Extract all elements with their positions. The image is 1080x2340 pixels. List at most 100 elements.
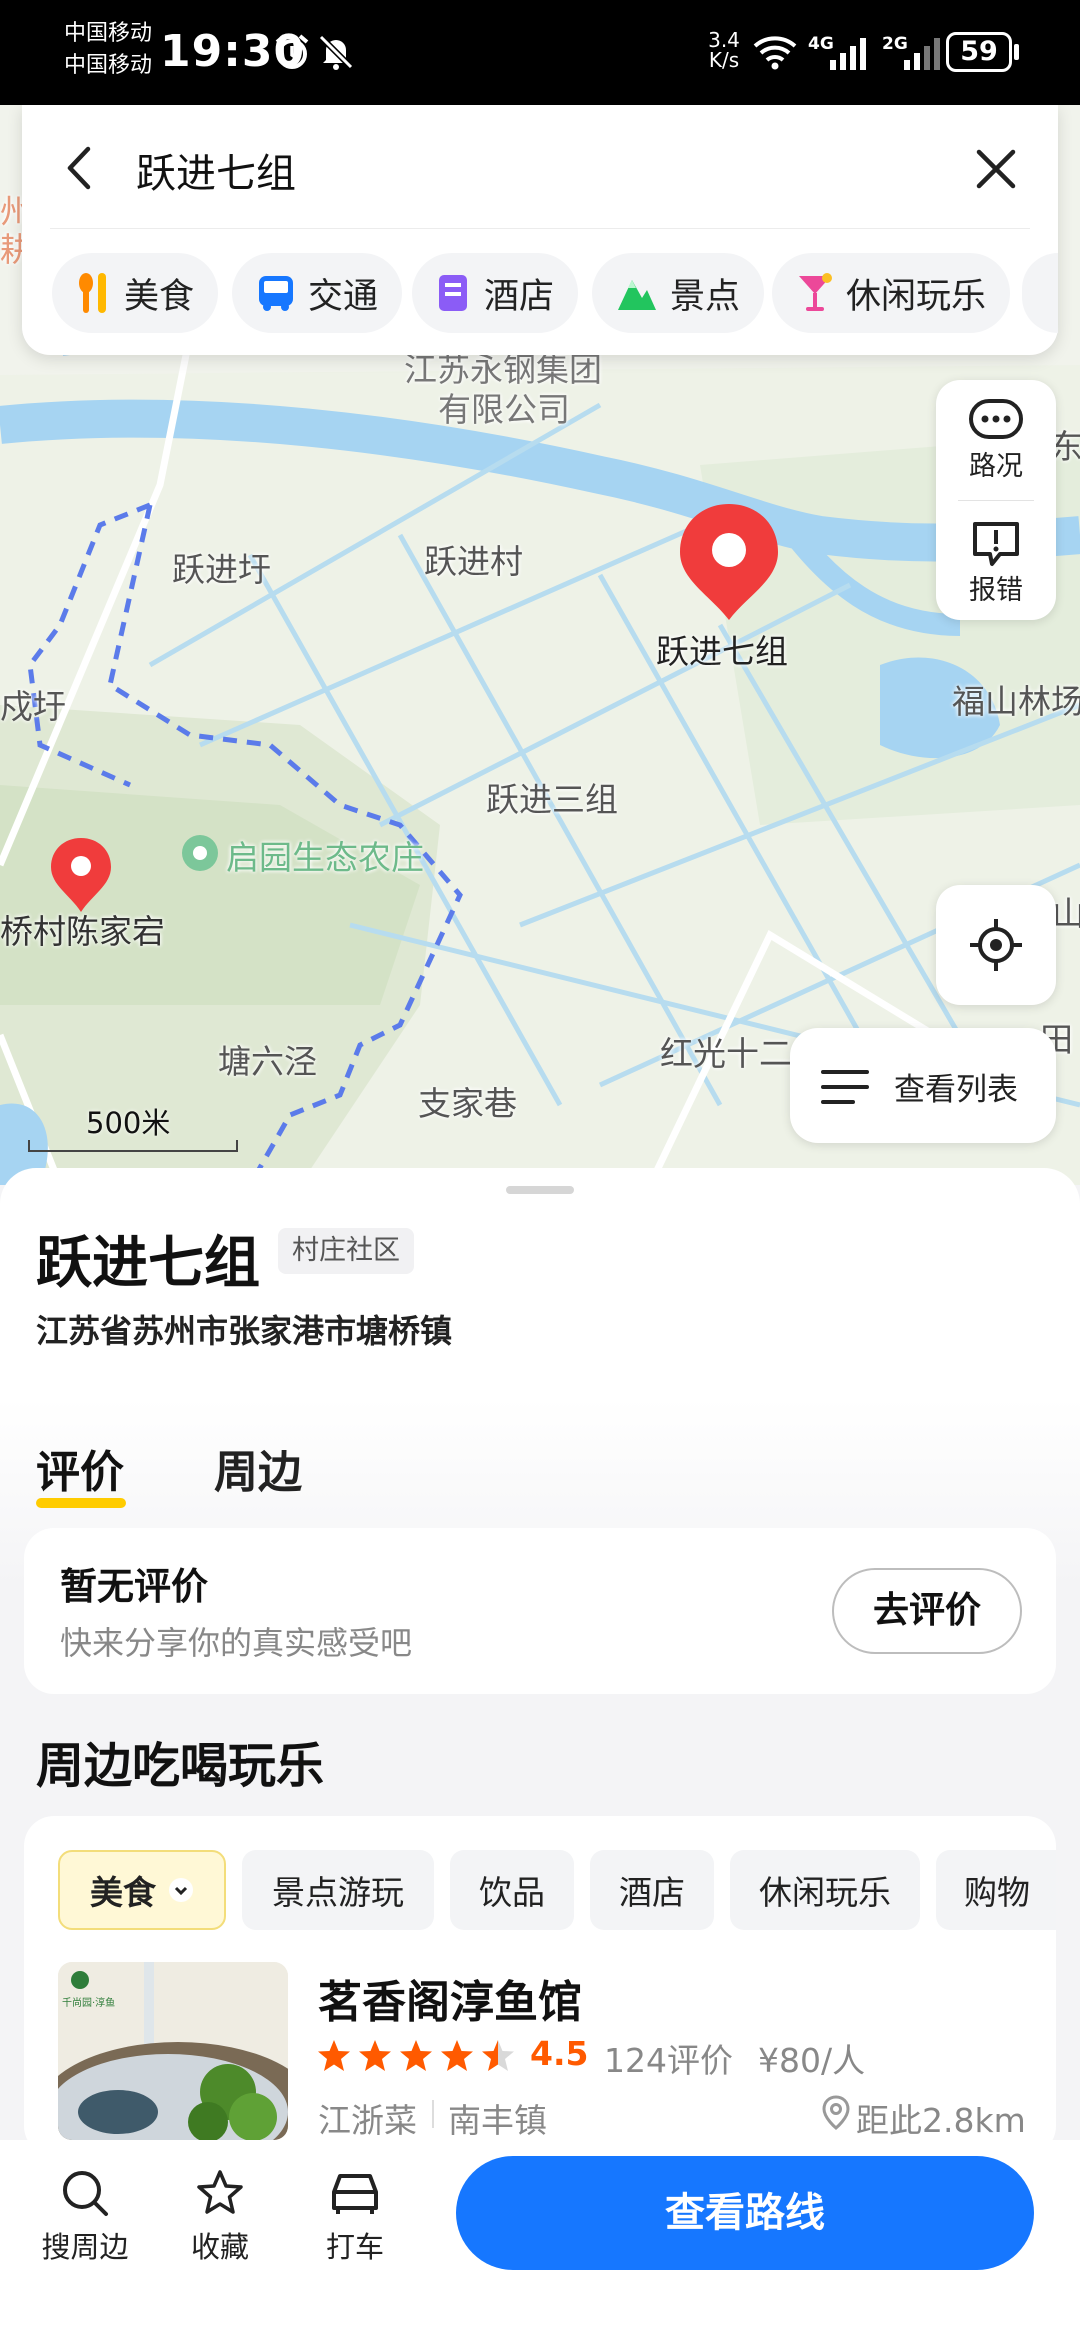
traffic-button[interactable]: 路况 (936, 398, 1056, 483)
report-icon (973, 522, 1019, 566)
rating-stars (316, 2036, 516, 2080)
locate-button[interactable] (936, 885, 1056, 1005)
hotel-icon (439, 275, 467, 311)
cocktail-icon (799, 273, 832, 311)
back-button[interactable] (60, 143, 100, 197)
search-card: 跃进七组 美食 交通 酒店 景点 休闲玩乐 (22, 105, 1058, 355)
distance: 距此2.8km (856, 2101, 1026, 2140)
star-rating-icon (318, 2040, 514, 2071)
alarm-icon (272, 32, 312, 76)
restaurant-thumbnail[interactable]: 千尚园·淳鱼 (58, 1962, 288, 2140)
map-label-place-6: 启园生态农庄 (226, 838, 424, 877)
search-icon (63, 2171, 108, 2216)
search-query[interactable]: 跃进七组 (136, 141, 296, 199)
back-arrow-icon (67, 146, 91, 190)
filter-chip-hotel[interactable]: 酒店 (590, 1850, 714, 1930)
place-type-tag: 村庄社区 (278, 1228, 414, 1274)
wifi-icon (752, 34, 798, 74)
category-chip-food[interactable]: 美食 (52, 253, 219, 333)
net-speed-unit: K/s (708, 48, 740, 72)
report-error-button[interactable]: 报错 (936, 520, 1056, 607)
mute-bell-icon (316, 32, 356, 76)
farm-icon (180, 833, 220, 877)
category-label: 美食 (124, 276, 195, 317)
active-tab-indicator (36, 1498, 126, 1508)
map-label-place-8: 塘六泾 (218, 1042, 317, 1081)
search-divider (50, 228, 1030, 229)
net-speed-value: 3.4 (708, 28, 740, 52)
battery-indicator: 59 (946, 32, 1012, 72)
filter-chip-leisure[interactable]: 休闲玩乐 (730, 1850, 920, 1930)
mountain-icon (618, 280, 656, 310)
scale-label: 500米 (86, 1106, 171, 1140)
write-review-button[interactable]: 去评价 (832, 1568, 1022, 1654)
net-speed: 3.4 K/s (704, 30, 744, 70)
price-per-person: ¥80/人 (758, 2041, 866, 2080)
selected-location-pin[interactable] (676, 500, 782, 628)
map-label-edge-right-2: 山 (1052, 894, 1080, 933)
filter-chip-food[interactable]: 美食 (58, 1850, 226, 1930)
category-label: 休闲玩乐 (846, 276, 987, 317)
pin-label: 跃进七组 (656, 632, 788, 671)
category-chip-hotel[interactable]: 酒店 (412, 253, 579, 333)
bottom-action-bar: 搜周边 收藏 打车 查看路线 (0, 2140, 1080, 2340)
category-label: 景点 (670, 276, 741, 317)
search-nearby-button[interactable]: 搜周边 (30, 2168, 140, 2266)
traffic-icon (969, 399, 1023, 439)
filter-chip-scenic[interactable]: 景点游玩 (242, 1850, 434, 1930)
carrier-2: 中国移动 (64, 53, 153, 78)
thumbnail-text: 千尚园·淳鱼 (62, 1998, 116, 2009)
fork-knife-icon (79, 273, 106, 313)
place-address: 江苏省苏州市张家港市塘桥镇 (36, 1312, 453, 1350)
map-label-place-5: 戍圩 (0, 687, 66, 726)
filter-label: 美食 (90, 1873, 156, 1912)
category-chip-more[interactable] (1022, 253, 1058, 333)
favorite-button[interactable]: 收藏 (165, 2168, 275, 2266)
restaurant-area: 南丰镇 (448, 2101, 547, 2140)
close-icon (976, 149, 1016, 189)
traffic-label: 路况 (969, 451, 1023, 482)
filter-chip-drinks[interactable]: 饮品 (450, 1850, 574, 1930)
map-label-company-2: 有限公司 (438, 390, 570, 429)
meta-divider (432, 2100, 434, 2128)
restaurant-name[interactable]: 茗香阁淳鱼馆 (318, 1966, 582, 2030)
status-bar: 中国移动 中国移动 19:30 3.4 K/s 4G 2G 59 (0, 0, 1080, 105)
filter-label: 饮品 (479, 1873, 545, 1912)
tab-reviews[interactable]: 评价 (36, 1436, 124, 1500)
poi-pin[interactable] (48, 835, 114, 919)
category-label: 酒店 (484, 276, 555, 317)
filter-label: 景点游玩 (272, 1873, 404, 1912)
clear-search-button[interactable] (974, 147, 1018, 195)
report-label: 报错 (969, 575, 1023, 606)
view-list-button[interactable]: 查看列表 (790, 1028, 1056, 1143)
star-icon (197, 2170, 243, 2214)
car-icon (332, 2174, 378, 2214)
restaurant-photo (58, 1962, 288, 2140)
review-title: 暂无评价 (60, 1565, 208, 1608)
map-label-place-4: 福山林场 (952, 682, 1080, 721)
map-label-place-2: 跃进村 (424, 542, 523, 581)
rating-value: 4.5 (530, 2034, 589, 2073)
search-nearby-label: 搜周边 (41, 2230, 129, 2264)
tools-divider (958, 500, 1034, 501)
review-subtitle: 快来分享你的真实感受吧 (60, 1624, 413, 1662)
filter-chip-shopping[interactable]: 购物 (936, 1850, 1056, 1930)
place-name: 跃进七组 (36, 1231, 260, 1296)
view-route-button[interactable]: 查看路线 (456, 2156, 1034, 2270)
category-chip-transport[interactable]: 交通 (232, 253, 403, 333)
list-icon (821, 1070, 869, 1104)
favorite-label: 收藏 (190, 2230, 249, 2264)
chevron-down-icon (169, 1878, 193, 1902)
tab-nearby[interactable]: 周边 (214, 1436, 302, 1500)
category-chip-leisure[interactable]: 休闲玩乐 (772, 253, 1011, 333)
bus-icon (259, 276, 293, 311)
locate-icon (970, 919, 1022, 971)
sheet-drag-handle[interactable] (506, 1186, 574, 1194)
category-chip-scenic[interactable]: 景点 (592, 253, 765, 333)
map-label-place-10: 红光十二 (660, 1034, 792, 1073)
cuisine-type: 江浙菜 (318, 2101, 417, 2140)
review-count: 124评价 (604, 2041, 733, 2080)
signal-2-icon (902, 36, 946, 74)
filter-label: 购物 (964, 1873, 1030, 1912)
taxi-button[interactable]: 打车 (300, 2168, 410, 2266)
